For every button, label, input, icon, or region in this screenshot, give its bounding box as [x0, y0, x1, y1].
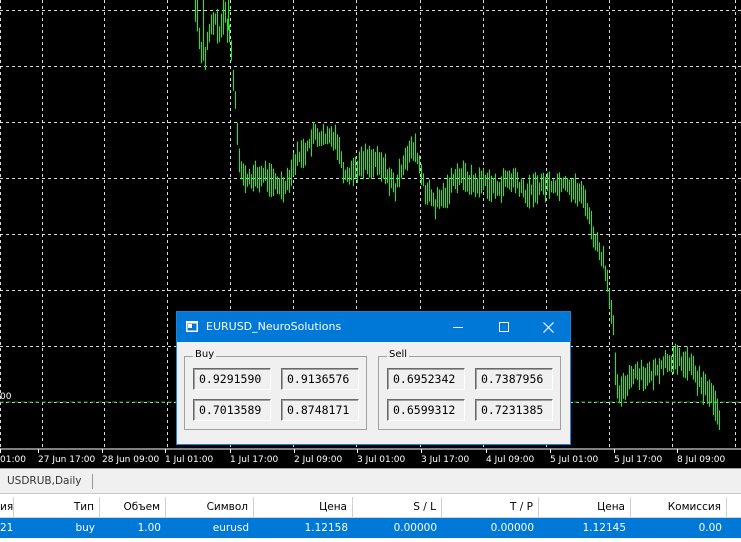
cell-time: 21 [0, 522, 14, 534]
time-axis-label: 5 Jul 01:00 [550, 455, 599, 465]
column-header-volume[interactable]: Объем [100, 497, 166, 517]
cell-commission: 0.00 [698, 522, 722, 534]
table-header: ия Тип Объем Символ Цена S / L T / P Цен… [0, 497, 741, 518]
neuro-solutions-dialog[interactable]: EURUSD_NeuroSolutions Buy 0.9291590 0.91… [176, 311, 571, 445]
column-header-symbol[interactable]: Символ [166, 497, 254, 517]
column-header-time[interactable]: ия [0, 497, 14, 517]
cell-type: buy [75, 522, 95, 534]
time-axis-label: 1 Jul 01:00 [165, 455, 214, 465]
chart-tab-strip: USDRUB,Daily [0, 468, 741, 494]
maximize-button[interactable] [481, 312, 526, 342]
sell-group-label: Sell [387, 349, 410, 360]
time-axis-label: 1 Jul 17:00 [230, 455, 279, 465]
time-axis-label: 28 Jun 09:00 [102, 455, 159, 465]
sell-value-4: 0.7231385 [475, 399, 553, 421]
time-axis-label: 27 Jun 17:00 [38, 455, 95, 465]
cell-volume: 1.00 [137, 522, 161, 534]
cell-price: 1.12158 [304, 522, 348, 534]
buy-value-3: 0.7013589 [193, 399, 271, 421]
close-button[interactable] [526, 312, 571, 342]
dialog-title: EURUSD_NeuroSolutions [206, 320, 342, 333]
sell-value-2: 0.7387956 [475, 368, 553, 390]
time-axis-label: 3 Jul 17:00 [421, 455, 470, 465]
close-icon [543, 321, 554, 333]
cell-symbol: eurusd [212, 522, 249, 534]
time-axis-label: 5 Jul 17:00 [614, 455, 663, 465]
column-header-current-price[interactable]: Цена [539, 497, 631, 517]
dialog-titlebar[interactable]: EURUSD_NeuroSolutions [177, 312, 570, 342]
tab-usdrub-daily[interactable]: USDRUB,Daily [7, 475, 82, 487]
time-axis-label: 3 Jul 01:00 [357, 455, 406, 465]
cell-tp: 0.00000 [490, 522, 534, 534]
sell-group: Sell 0.6952342 0.7387956 0.6599312 0.723… [378, 349, 561, 430]
time-axis-label: 2 Jul 09:00 [294, 455, 343, 465]
buy-group-label: Buy [193, 349, 217, 360]
minimize-button[interactable] [435, 312, 480, 342]
time-axis-labels: 01:00 27 Jun 17:00 28 Jun 09:00 1 Jul 01:00… [0, 449, 726, 465]
window-icon [186, 321, 198, 332]
table-row[interactable]: 21 buy 1.00 eurusd 1.12158 0.00000 0.000… [0, 518, 741, 538]
price-axis-label: 00 [0, 392, 12, 402]
maximize-icon [498, 322, 509, 332]
sell-value-3: 0.6599312 [387, 399, 465, 421]
column-header-tp[interactable]: T / P [442, 497, 539, 517]
column-header-commission[interactable]: Комиссия [631, 497, 727, 517]
buy-group: Buy 0.9291590 0.9136576 0.7013589 0.8748… [184, 349, 367, 430]
cell-current-price: 1.12145 [582, 522, 626, 534]
tab-separator [92, 474, 93, 489]
toolbox-panel: USDRUB,Daily ия Тип Объем Символ Цена S … [0, 468, 741, 542]
buy-value-4: 0.8748171 [281, 399, 359, 421]
cell-sl: 0.00000 [393, 522, 437, 534]
time-axis-label: 8 Jul 09:00 [677, 455, 726, 465]
time-axis-label: 4 Jul 09:00 [486, 455, 535, 465]
time-axis-label: 01:00 [0, 455, 26, 465]
sell-value-1: 0.6952342 [387, 368, 465, 390]
column-header-sl[interactable]: S / L [353, 497, 442, 517]
minimize-icon [452, 327, 463, 328]
buy-value-1: 0.9291590 [193, 368, 271, 390]
column-header-type[interactable]: Тип [14, 497, 100, 517]
column-header-price[interactable]: Цена [254, 497, 353, 517]
buy-value-2: 0.9136576 [281, 368, 359, 390]
